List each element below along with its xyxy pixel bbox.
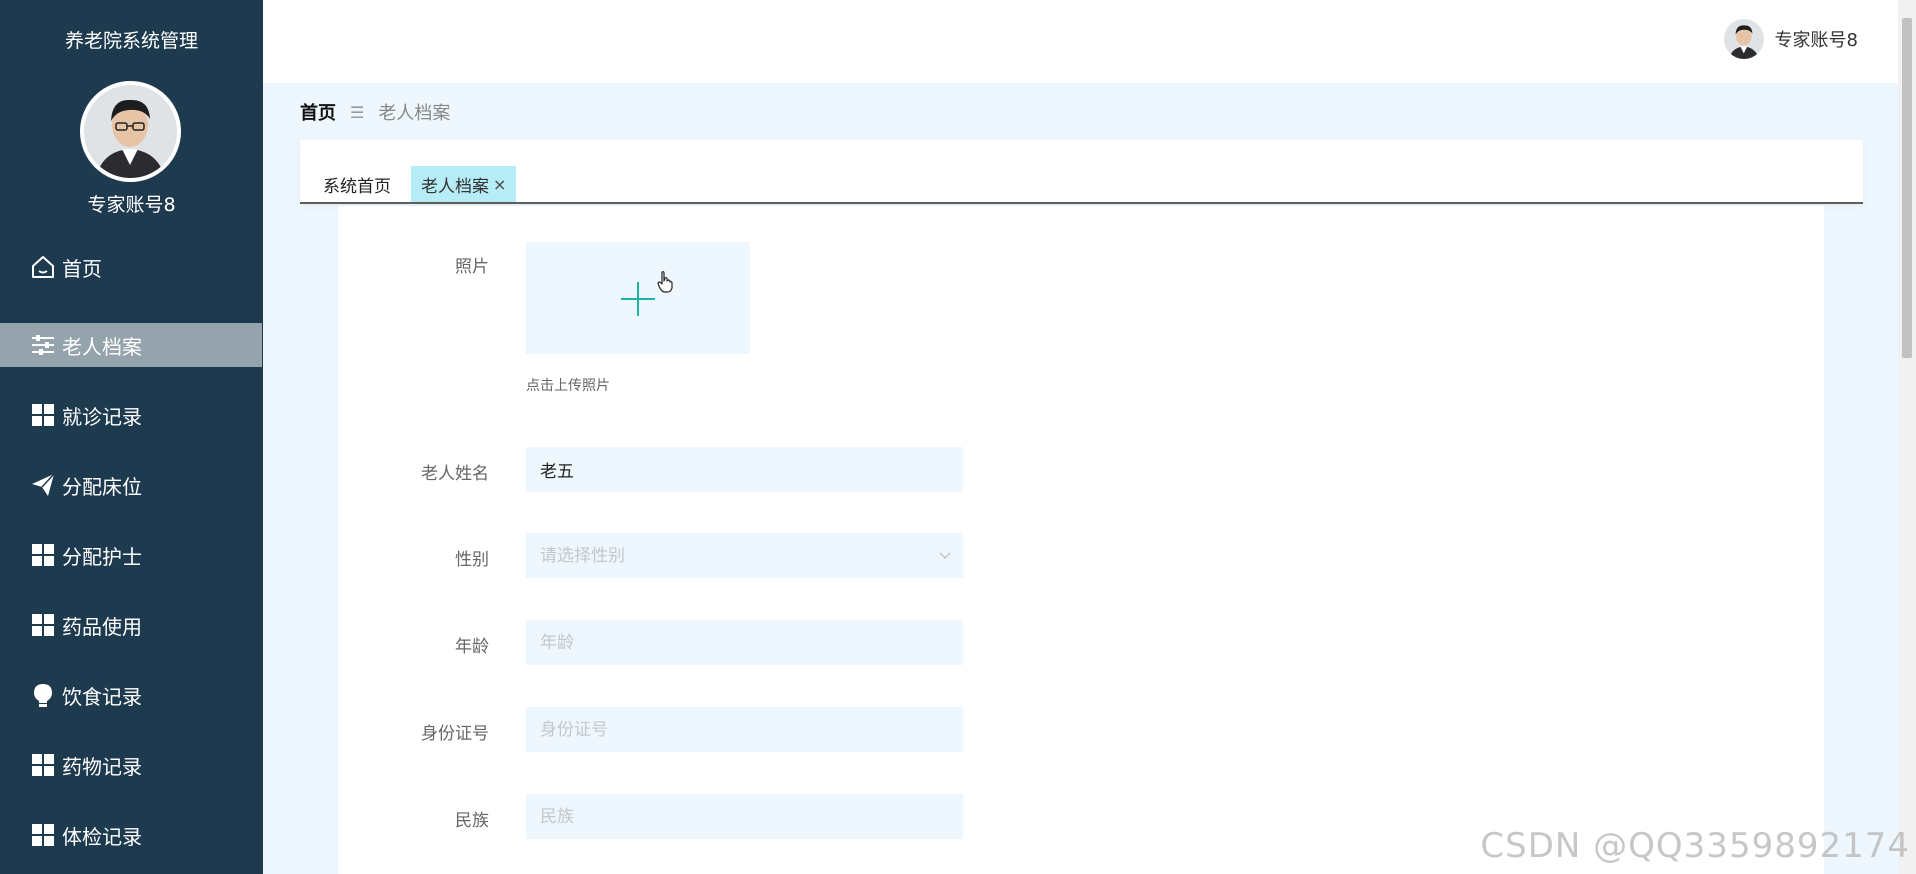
age-label: 年龄 xyxy=(455,637,489,657)
sidebar-item-assign-bed[interactable]: 分配床位 xyxy=(0,463,262,507)
sidebar-item-assign-nurse[interactable]: 分配护士 xyxy=(0,533,262,577)
sidebar-item-diet-records[interactable]: 饮食记录 xyxy=(0,673,262,717)
sidebar-item-drug-records[interactable]: 药物记录 xyxy=(0,743,262,787)
grid-icon xyxy=(30,542,56,568)
sidebar-item-label: 饮食记录 xyxy=(62,684,142,709)
grid-icon xyxy=(30,402,56,428)
gender-label: 性别 xyxy=(455,550,489,570)
hand-cursor-icon xyxy=(657,271,673,293)
gender-select[interactable] xyxy=(526,533,963,578)
sidebar: 养老院系统管理 专家账号8 首页 老人档案 就诊记录 分配床位 分配护士 药品使… xyxy=(0,0,263,874)
photo-label: 照片 xyxy=(455,257,489,277)
sidebar-item-label: 药品使用 xyxy=(62,614,142,639)
home-icon xyxy=(30,254,56,280)
tab-elder-archive[interactable]: 老人档案 × xyxy=(411,166,517,202)
name-label: 老人姓名 xyxy=(421,464,489,484)
watermark: CSDN @QQ3359892174 xyxy=(1480,826,1910,866)
tab-label: 老人档案 xyxy=(421,176,489,197)
elder-name-input[interactable] xyxy=(526,447,963,492)
sidebar-item-label: 分配床位 xyxy=(62,474,142,499)
photo-upload-hint: 点击上传照片 xyxy=(526,378,610,394)
top-header: 专家账号8 xyxy=(263,0,1898,83)
breadcrumb-separator-icon: ☰ xyxy=(350,102,365,122)
header-user-name: 专家账号8 xyxy=(1774,30,1858,51)
sidebar-item-checkup-records[interactable]: 体检记录 xyxy=(0,813,262,857)
chevron-down-icon xyxy=(939,552,951,560)
sidebar-item-elder-archive[interactable]: 老人档案 xyxy=(0,323,262,367)
age-input[interactable] xyxy=(526,620,963,665)
breadcrumb: 首页 ☰ 老人档案 xyxy=(300,99,450,125)
sidebar-item-label: 首页 xyxy=(62,256,102,281)
sidebar-item-home[interactable]: 首页 xyxy=(0,245,262,289)
grid-icon xyxy=(30,822,56,848)
paper-plane-icon xyxy=(30,472,56,498)
tab-system-home[interactable]: 系统首页 xyxy=(313,166,401,202)
id-number-label: 身份证号 xyxy=(421,724,489,744)
scrollbar-thumb[interactable] xyxy=(1902,18,1912,358)
sidebar-item-visit-records[interactable]: 就诊记录 xyxy=(0,393,262,437)
grid-icon xyxy=(30,752,56,778)
sidebar-user-name: 专家账号8 xyxy=(87,194,176,216)
sidebar-item-label: 体检记录 xyxy=(62,824,142,849)
plus-icon xyxy=(621,282,655,316)
ethnicity-label: 民族 xyxy=(455,811,489,831)
form-panel: 照片 点击上传照片 老人姓名 性别 年龄 身份证号 民族 xyxy=(338,206,1824,874)
sidebar-item-medicine-usage[interactable]: 药品使用 xyxy=(0,603,262,647)
sidebar-avatar[interactable] xyxy=(80,81,181,182)
system-title: 养老院系统管理 xyxy=(64,30,198,52)
header-user-menu[interactable]: 专家账号8 xyxy=(1723,19,1858,59)
sidebar-item-label: 药物记录 xyxy=(62,754,142,779)
ethnicity-input[interactable] xyxy=(526,794,963,839)
lightbulb-icon xyxy=(30,682,56,708)
sidebar-item-label: 分配护士 xyxy=(62,544,142,569)
page-scrollbar[interactable] xyxy=(1898,0,1916,874)
close-icon[interactable]: × xyxy=(493,175,506,194)
sliders-icon xyxy=(30,332,56,358)
tabs-bar: 系统首页 老人档案 × xyxy=(300,140,1863,204)
grid-icon xyxy=(30,612,56,638)
photo-upload-button[interactable] xyxy=(526,242,750,354)
header-avatar[interactable] xyxy=(1723,19,1764,59)
id-number-input[interactable] xyxy=(526,707,963,752)
sidebar-item-label: 老人档案 xyxy=(62,334,142,359)
tab-label: 系统首页 xyxy=(323,176,391,197)
breadcrumb-current: 老人档案 xyxy=(378,103,451,124)
sidebar-item-label: 就诊记录 xyxy=(62,404,142,429)
breadcrumb-home[interactable]: 首页 xyxy=(300,99,336,125)
main-area: 首页 ☰ 老人档案 系统首页 老人档案 × 照片 点击上传照片 老人姓名 性别 … xyxy=(263,83,1898,874)
